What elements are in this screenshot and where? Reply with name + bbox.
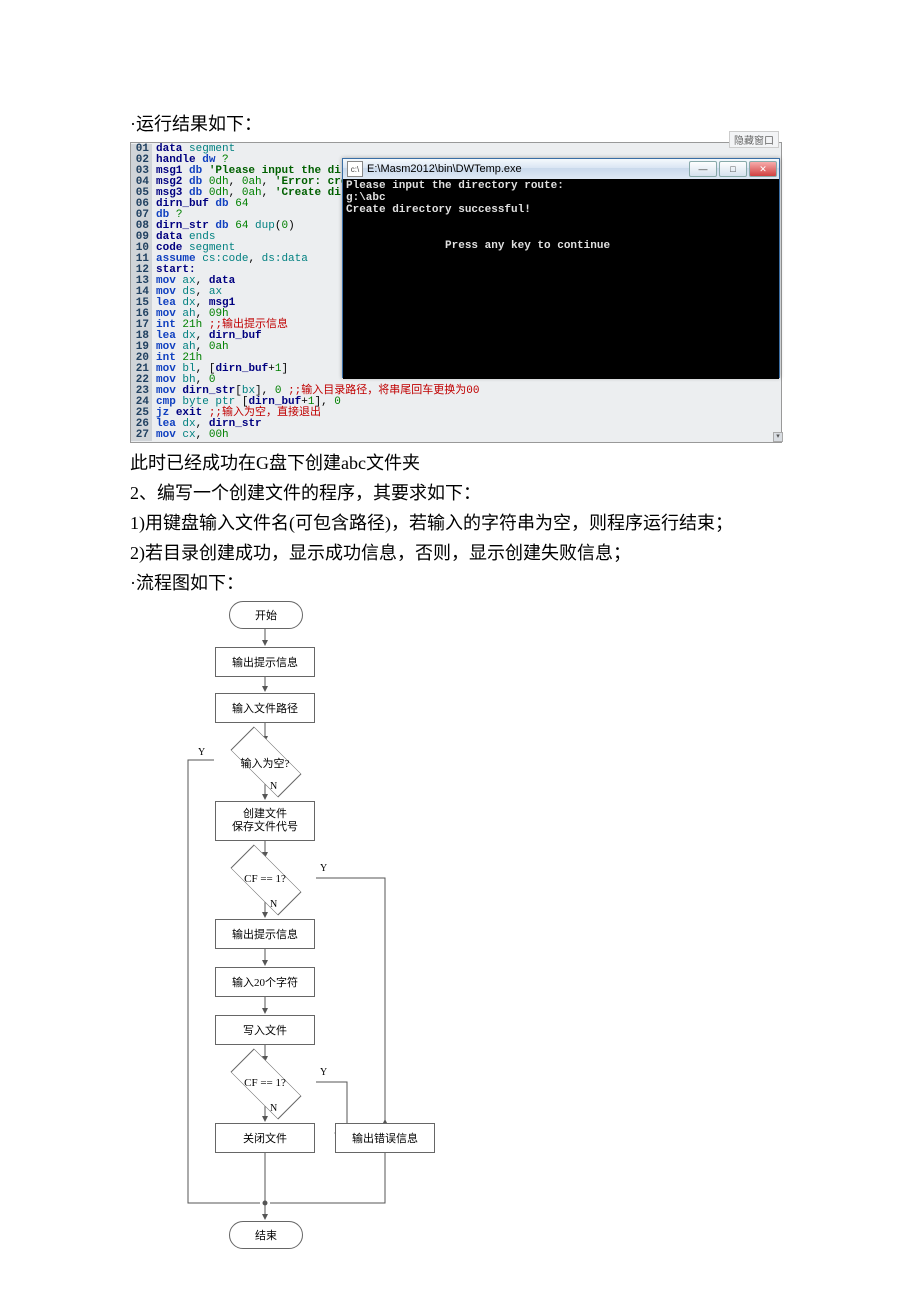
paragraph-1: 此时已经成功在G盘下创建abc文件夹 xyxy=(130,449,790,477)
code-content: mov cx, 00h xyxy=(156,430,229,441)
fc-out-prompt2: 输出提示信息 xyxy=(215,919,315,949)
fc-write-file: 写入文件 xyxy=(215,1015,315,1045)
close-button[interactable]: ✕ xyxy=(749,161,777,177)
label-n-2: N xyxy=(270,899,277,910)
label-y-2: Y xyxy=(320,863,327,874)
code-editor-panel: 隐藏窗口 01data segment02handle dw ?03msg1 d… xyxy=(130,142,782,443)
paragraph-2: 2、编写一个创建文件的程序，其要求如下： xyxy=(130,479,790,507)
flowchart: 开始 输出提示信息 输入文件路径 输入为空? Y N 创建文件 保存文件代号 C… xyxy=(170,601,470,1271)
terminal-titlebar[interactable]: c:\ E:\Masm2012\bin\DWTemp.exe — □ ✕ xyxy=(343,159,779,179)
fc-input-path: 输入文件路径 xyxy=(215,693,315,723)
fc-cf2-decision: CF == 1? xyxy=(213,1063,317,1103)
paragraph-4: 2)若目录创建成功，显示成功信息，否则，显示创建失败信息； xyxy=(130,539,790,567)
fc-out-prompt: 输出提示信息 xyxy=(215,647,315,677)
fc-empty-decision: 输入为空? xyxy=(213,741,317,781)
terminal-title: E:\Masm2012\bin\DWTemp.exe xyxy=(367,163,689,175)
terminal-body: Please input the directory route: g:\abc… xyxy=(343,179,779,379)
fc-error-out: 输出错误信息 xyxy=(335,1123,435,1153)
scroll-down-button[interactable]: ▾ xyxy=(773,432,783,442)
terminal-icon: c:\ xyxy=(347,161,363,177)
fc-cf1-decision: CF == 1? xyxy=(213,859,317,899)
fc-create-file: 创建文件 保存文件代号 xyxy=(215,801,315,841)
fc-start: 开始 xyxy=(229,601,303,629)
maximize-button[interactable]: □ xyxy=(719,161,747,177)
intro-bullet: ·运行结果如下： xyxy=(130,110,790,136)
code-line: 27 mov cx, 00h xyxy=(131,430,781,441)
paragraph-5: ·流程图如下： xyxy=(130,569,790,597)
minimize-button[interactable]: — xyxy=(689,161,717,177)
fc-end: 结束 xyxy=(229,1221,303,1249)
paragraph-3: 1)用键盘输入文件名(可包含路径)，若输入的字符串为空，则程序运行结束； xyxy=(130,509,790,537)
terminal-window: c:\ E:\Masm2012\bin\DWTemp.exe — □ ✕ Ple… xyxy=(342,158,780,378)
label-y: Y xyxy=(198,747,205,758)
line-number: 27 xyxy=(131,430,152,441)
label-n-3: N xyxy=(270,1103,277,1114)
fc-input-20: 输入20个字符 xyxy=(215,967,315,997)
label-n: N xyxy=(270,781,277,792)
fc-close-file: 关闭文件 xyxy=(215,1123,315,1153)
label-y-3: Y xyxy=(320,1067,327,1078)
